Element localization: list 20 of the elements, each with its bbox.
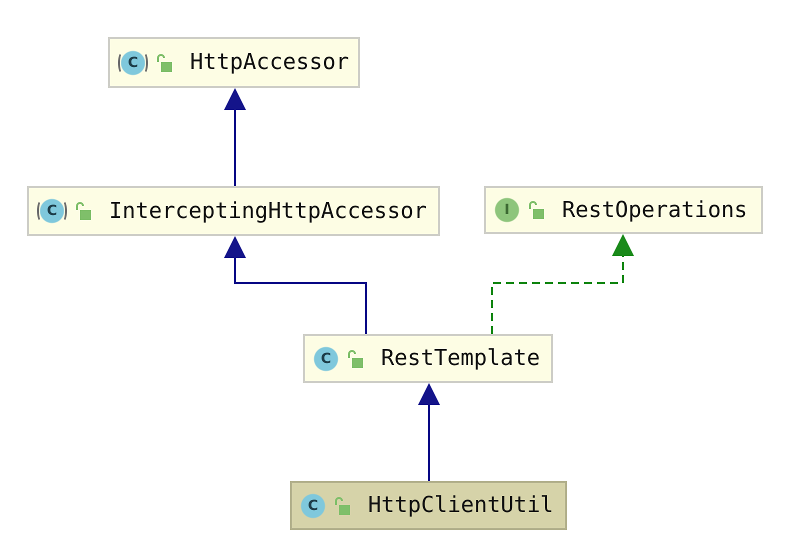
padlock-icon (75, 202, 91, 220)
class-node[interactable]: C RestTemplate (303, 334, 553, 383)
class-name: RestTemplate (381, 346, 540, 371)
class-name: RestOperations (562, 198, 748, 222)
class-node[interactable]: C HttpAccessor (108, 37, 360, 88)
padlock-icon (347, 350, 363, 368)
class-node[interactable]: C InterceptingHttpAccessor (27, 186, 440, 236)
class-name: HttpClientUtil (368, 493, 554, 518)
type-marker: C (37, 198, 67, 224)
padlock-icon (334, 496, 350, 514)
class-node[interactable]: I RestOperations (484, 186, 763, 234)
class-name: InterceptingHttpAccessor (109, 198, 427, 224)
type-marker: C (300, 492, 326, 518)
padlock-icon (528, 201, 544, 219)
type-marker: C (313, 346, 339, 372)
class-name: HttpAccessor (190, 50, 349, 75)
padlock-icon (156, 54, 172, 72)
type-marker: I (494, 197, 520, 223)
class-node[interactable]: C HttpClientUtil (290, 481, 567, 530)
type-marker: C (118, 50, 148, 76)
